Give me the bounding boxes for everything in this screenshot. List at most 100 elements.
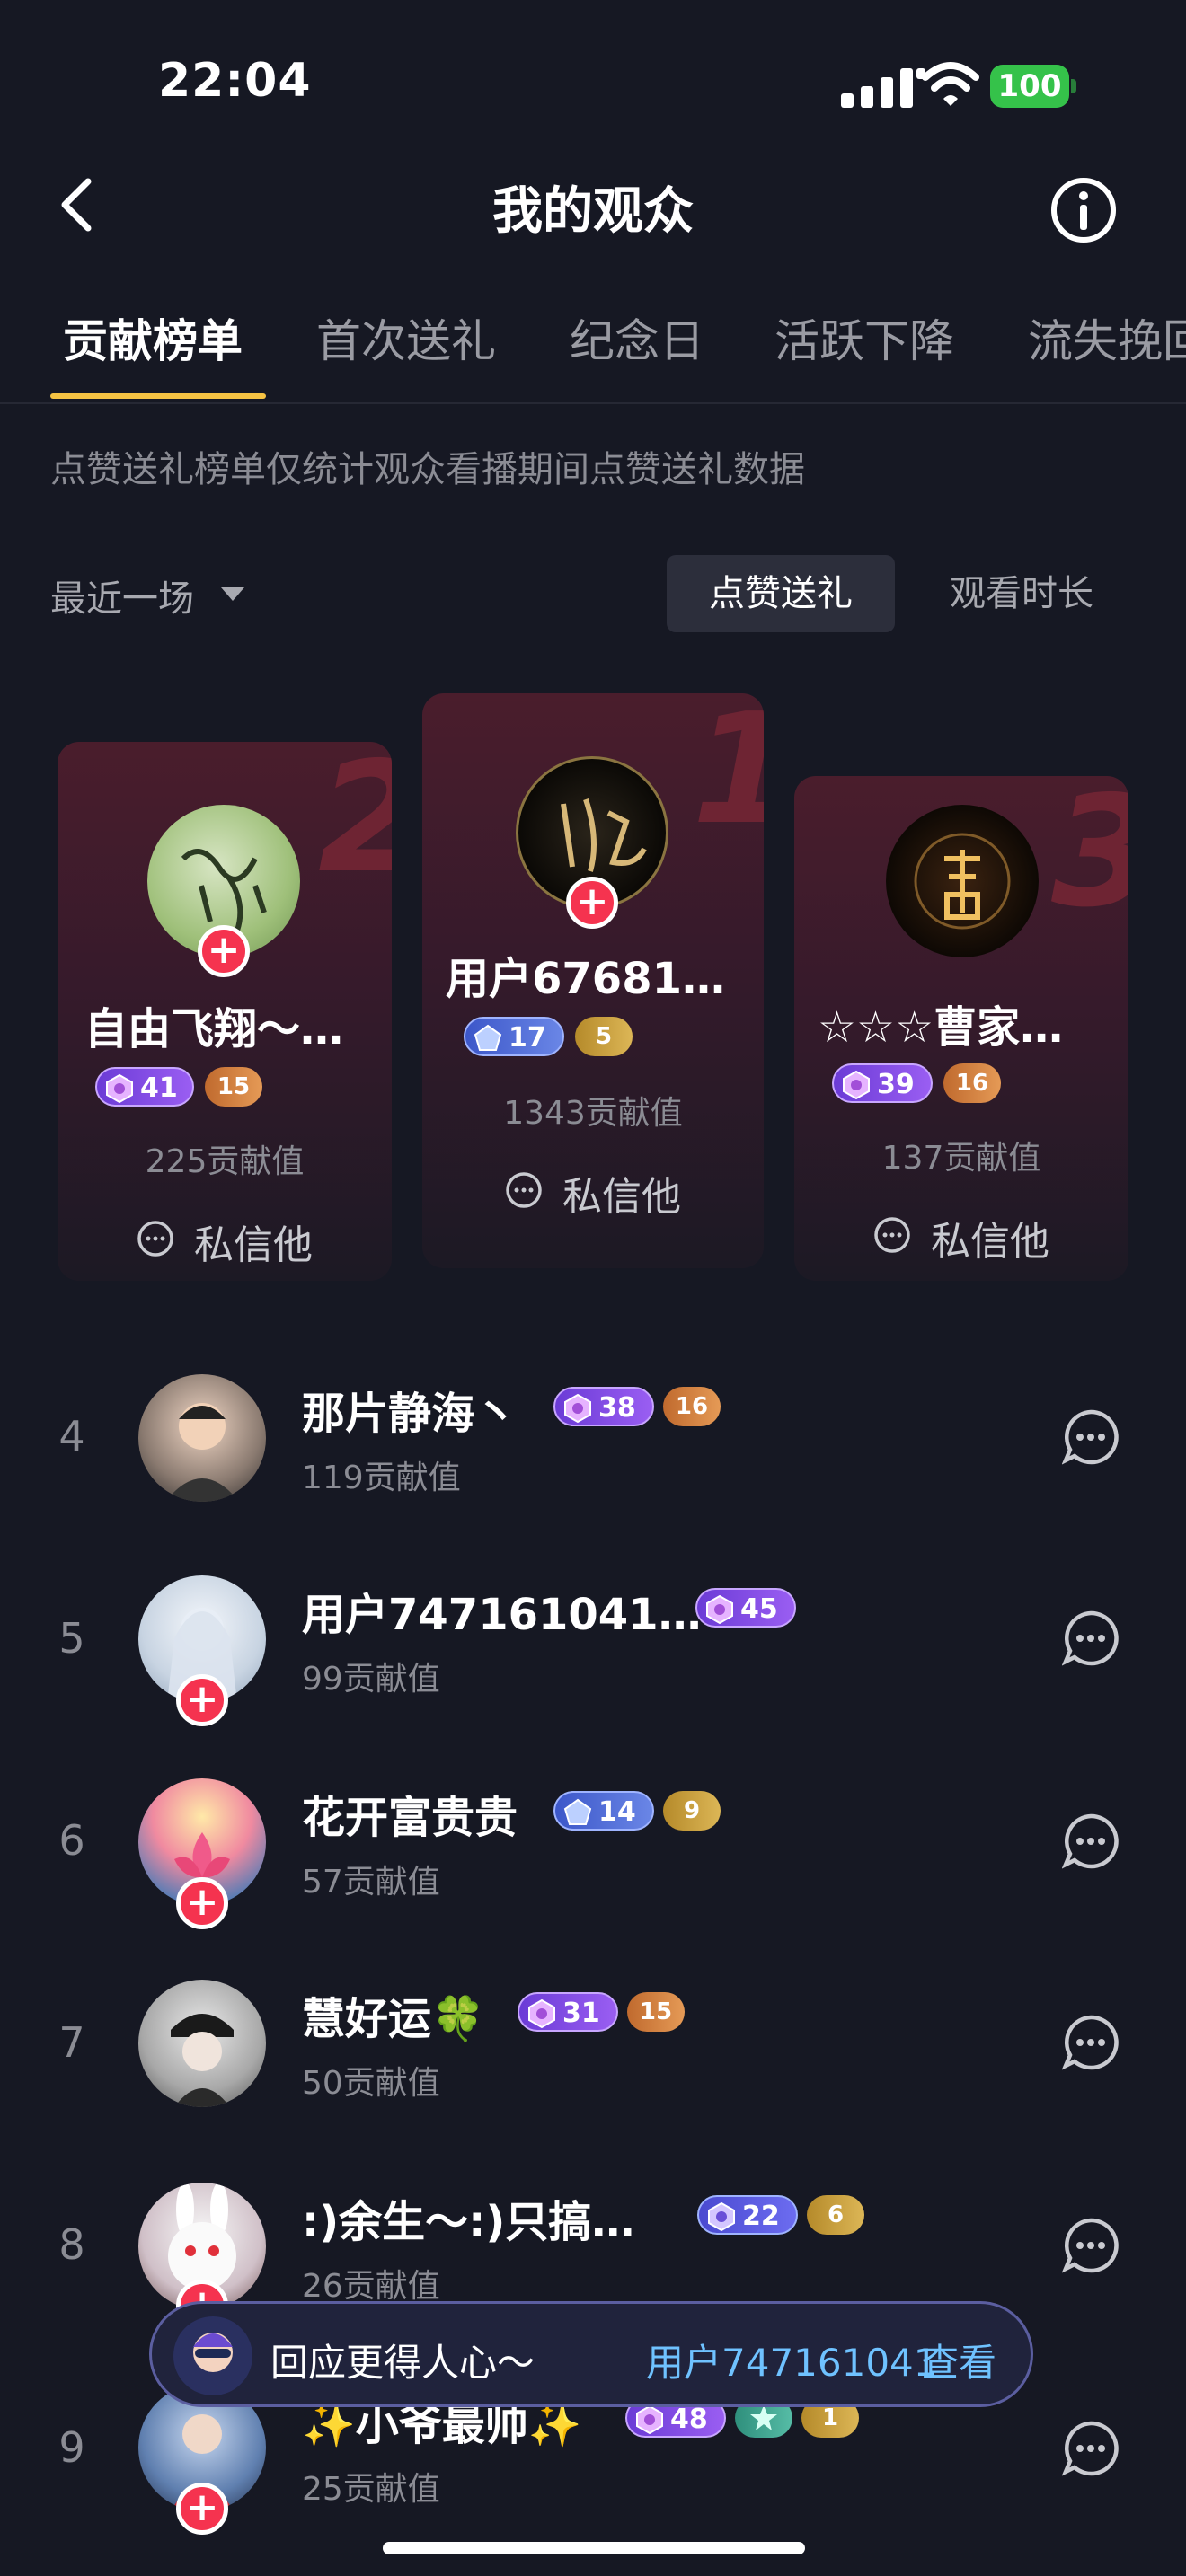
tab-anniversary[interactable]: 纪念日	[570, 305, 704, 370]
rank-number: 2	[318, 742, 392, 895]
tab-churn-recovery[interactable]: 流失挽回	[1028, 305, 1186, 370]
fan-badge: 6	[807, 2195, 864, 2235]
follow-plus-button[interactable]: +	[176, 2483, 228, 2535]
chat-bubble-icon[interactable]	[1062, 2217, 1120, 2274]
range-filter[interactable]: 最近一场	[50, 569, 194, 622]
row-value: 57贡献值	[302, 1864, 440, 1901]
follow-plus-button[interactable]: +	[566, 877, 618, 929]
row-rank: 7	[58, 2018, 85, 2067]
message-button[interactable]: 私信他	[194, 1213, 313, 1270]
avatar[interactable]	[138, 1374, 266, 1502]
level-badge: 17	[464, 1017, 564, 1056]
podium-name: ☆☆☆曹家…	[818, 1002, 1064, 1053]
podium-card-rank-3[interactable]: 3 ☆☆☆曹家… 39 16 137贡献值 私信他	[794, 776, 1128, 1281]
row-value: 50贡献值	[302, 2065, 440, 2102]
tab-active-indicator	[50, 393, 266, 399]
pentagon-gem-icon	[563, 1798, 592, 1825]
dropdown-arrow-icon[interactable]	[219, 586, 246, 604]
rank-number: 3	[1051, 776, 1128, 929]
chat-bubble-icon[interactable]	[1062, 1408, 1120, 1466]
row-rank: 4	[58, 1412, 85, 1460]
podium-card-rank-2[interactable]: 2 + 自由飞翔～… 41 15 225贡献值 私信他	[58, 742, 392, 1281]
row-value: 119贡献值	[302, 1460, 461, 1496]
chat-bubble-icon[interactable]	[1062, 2420, 1120, 2477]
toggle-likes-gifts[interactable]: 点赞送礼	[667, 555, 895, 632]
fan-badge: 5	[575, 1017, 633, 1056]
podium-name: 用户67681…	[446, 954, 725, 1004]
chat-bubble-icon[interactable]	[873, 1216, 911, 1254]
level-value: 38	[598, 1392, 636, 1424]
level-badge: 41	[95, 1067, 194, 1107]
row-name: 用户747161041…	[302, 1590, 702, 1640]
row-value: 25贡献值	[302, 2471, 440, 2508]
level-badge: 45	[695, 1588, 796, 1628]
hexagon-gem-icon	[528, 1998, 555, 2029]
podium-name: 自由飞翔～…	[84, 1004, 344, 1054]
level-badge: 31	[518, 1992, 618, 2032]
toast-user[interactable]: 用户747161041	[646, 2333, 938, 2387]
row-rank: 9	[58, 2423, 85, 2472]
row-name: 花开富贵贵	[302, 1793, 518, 1843]
chat-bubble-icon[interactable]	[1062, 2014, 1120, 2071]
follow-plus-button[interactable]: +	[176, 1877, 228, 1929]
tab-bar: 贡献榜单 首次送礼 纪念日 活跃下降 流失挽回	[0, 305, 1186, 404]
hexagon-gem-icon	[106, 1073, 133, 1104]
notice-text: 点赞送礼榜单仅统计观众看播期间点赞送礼数据	[50, 449, 805, 490]
follow-plus-button[interactable]: +	[198, 925, 250, 977]
level-value: 45	[740, 1593, 778, 1625]
page-title: 我的观众	[492, 182, 694, 241]
rank-number: 1	[692, 693, 764, 846]
row-name: :)余生～:)只搞…	[302, 2197, 635, 2247]
tab-contribution[interactable]: 贡献榜单	[63, 305, 243, 370]
fan-badge: 15	[205, 1067, 262, 1107]
row-value: 26贡献值	[302, 2268, 440, 2305]
chat-bubble-icon[interactable]	[1062, 1610, 1120, 1667]
home-indicator	[383, 2542, 805, 2554]
calligraphy-avatar-image	[914, 833, 1011, 930]
row-value: 99贡献值	[302, 1661, 440, 1698]
row-rank: 5	[58, 1614, 85, 1663]
hexagon-gem-icon	[843, 1070, 870, 1100]
hexagon-gem-icon	[706, 1594, 733, 1625]
battery-indicator: 100	[990, 65, 1076, 108]
fan-badge: 15	[627, 1992, 685, 2032]
avatar[interactable]	[886, 805, 1039, 957]
fan-badge: 9	[663, 1791, 721, 1831]
chat-bubble-icon[interactable]	[137, 1220, 174, 1257]
tab-activity-drop[interactable]: 活跃下降	[774, 305, 954, 370]
tab-divider	[0, 402, 1186, 404]
avatar-portrait-image	[165, 1403, 239, 1502]
fan-badge: 16	[663, 1387, 721, 1426]
avatar-portrait-image	[171, 2014, 234, 2107]
level-value: 31	[562, 1998, 600, 2029]
message-button[interactable]: 私信他	[931, 1209, 1049, 1266]
row-rank: 8	[58, 2220, 85, 2269]
avatar[interactable]	[138, 1980, 266, 2107]
chat-bubble-icon[interactable]	[505, 1171, 543, 1209]
row-rank: 6	[58, 1816, 85, 1865]
level-value: 22	[742, 2201, 780, 2232]
row-name: 那片静海丶	[302, 1389, 518, 1439]
status-time: 22:04	[158, 54, 312, 108]
level-badge: 22	[697, 2195, 798, 2235]
contribution-value: 137贡献值	[881, 1140, 1041, 1177]
toggle-watch-time[interactable]: 观看时长	[943, 555, 1100, 632]
message-button[interactable]: 私信他	[562, 1164, 681, 1222]
toast-view-button[interactable]: 查看	[921, 2333, 996, 2387]
level-value: 41	[140, 1072, 178, 1104]
tab-first-gift[interactable]: 首次送礼	[316, 305, 496, 370]
contribution-value: 1343贡献值	[503, 1095, 683, 1132]
assistant-avatar-icon	[173, 2316, 252, 2395]
battery-cap	[1071, 79, 1076, 93]
toast-message: 回应更得人心～	[270, 2341, 535, 2385]
pentagon-gem-icon	[474, 1024, 502, 1051]
level-value: 39	[877, 1069, 915, 1100]
info-icon[interactable]	[1049, 176, 1118, 244]
level-badge: 38	[553, 1387, 654, 1426]
level-badge: 39	[832, 1063, 933, 1103]
podium-card-rank-1[interactable]: 1 + 用户67681… 17 5 1343贡献值 私信他	[422, 693, 764, 1268]
chat-bubble-icon[interactable]	[1062, 1813, 1120, 1870]
follow-plus-button[interactable]: +	[176, 1674, 228, 1726]
reply-toast[interactable]: 回应更得人心～ 用户747161041 查看	[149, 2301, 1033, 2407]
hexagon-gem-icon	[564, 1393, 591, 1424]
